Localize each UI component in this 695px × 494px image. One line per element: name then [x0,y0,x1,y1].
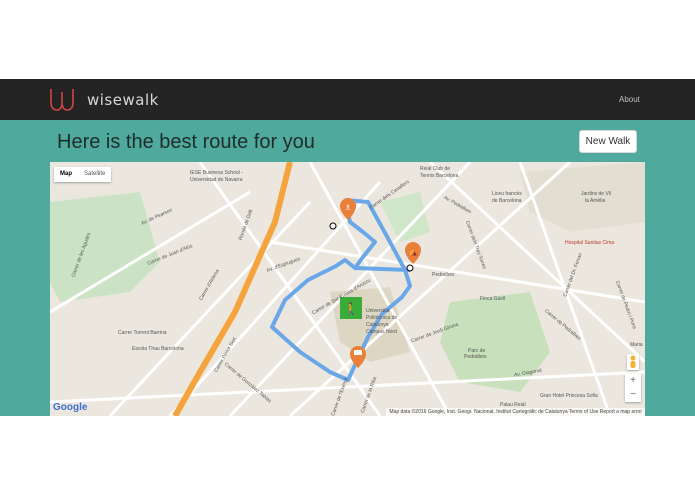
map-label: Hospital Sanitas Cima [565,240,615,246]
map-type-satellite[interactable]: Satellite [78,167,111,182]
map-label: Escola Thau Barcelona [132,346,184,352]
map-label: Finca Güell [480,296,506,302]
map-attribution[interactable]: Map data ©2016 Google, Inst. Geogr. Naci… [386,408,645,416]
zoom-in-button[interactable]: + [625,374,641,388]
map-label: Carrer Torrent Barrina [118,330,167,336]
map-label: IESE Business School - [190,170,243,176]
zoom-control: + − [625,374,641,402]
map-label: Politècnica de [366,315,398,321]
map-label: la Amèlia [585,198,606,204]
walking-route-segment [354,266,411,272]
wisewalk-logo-icon[interactable] [49,88,75,112]
map-label: Pedralbes [432,272,455,278]
map-label: Reial Club de [420,166,451,172]
street-view-pegman-icon[interactable] [627,354,639,370]
start-marker[interactable]: 🚶 [340,297,362,319]
map-label: Campus Nord [366,329,397,335]
svg-text:⛺: ⛺ [408,247,418,256]
map-type-control: Map Satellite [54,167,112,182]
map-label: Tennis Barcelona [420,173,459,179]
map-label: Jardins de Vil [581,191,611,197]
map-label: Pedralbes [464,354,487,360]
google-logo: Google [53,402,88,413]
brand-name[interactable]: wisewalk [87,91,159,109]
map-label: Universitat [366,308,390,314]
waypoint-marker [406,264,414,272]
new-walk-button[interactable]: New Walk [579,130,637,153]
map-label: Catalunya [366,322,389,328]
waypoint-marker [329,222,337,230]
svg-text:♗: ♗ [344,203,351,212]
svg-text:🚶: 🚶 [344,302,359,316]
map-label: Gran Hotel Princesa Sofia [540,393,598,399]
map-label: Liceu francès [492,191,522,197]
map-type-map[interactable]: Map [54,167,78,182]
page-heading: Here is the best route for you [57,131,315,153]
map-label: Maria [630,342,643,348]
map-label: Universidad de Navarra [190,177,243,183]
map-label: de Barcelona [492,198,522,204]
zoom-out-button[interactable]: − [625,388,641,402]
route-map[interactable]: ♗ ⛺ 🚶 IESE Business School - Universidad… [50,162,645,416]
nav-about-link[interactable]: About [619,95,640,104]
